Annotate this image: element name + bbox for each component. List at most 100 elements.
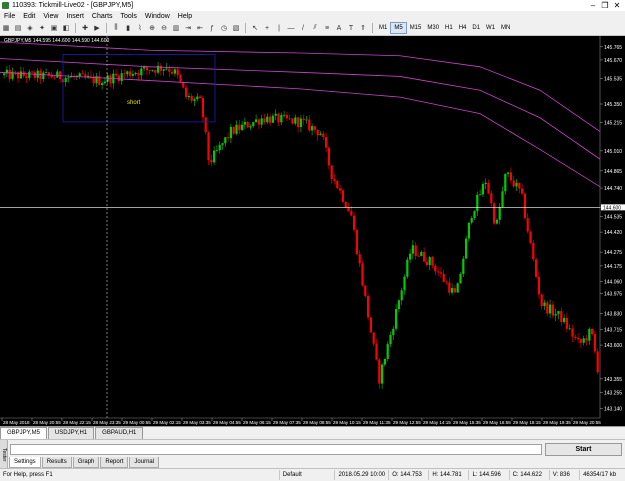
candle-body [347, 207, 350, 212]
channel-icon[interactable]: ⫽ [310, 23, 320, 33]
time-tick-label: 28 May 20:55 [33, 420, 61, 425]
menu-charts[interactable]: Charts [88, 13, 117, 20]
price-tick-label: 143.355 [604, 377, 622, 383]
label-icon[interactable]: T [346, 23, 356, 33]
menu-window[interactable]: Window [141, 13, 174, 20]
candle-body [574, 336, 577, 338]
tab-report[interactable]: Report [100, 457, 129, 468]
time-tick-label: 29 May 14:15 [423, 420, 451, 425]
chart-tab-usdjpy[interactable]: USDJPY,H1 [47, 427, 95, 439]
maximize-icon[interactable]: ❐ [599, 0, 611, 11]
new-order-icon[interactable]: ✚ [80, 23, 90, 33]
chart-canvas[interactable]: 145.765 145.670 145.535 145.350 145.215 145.0… [0, 36, 625, 426]
candle-body [507, 172, 510, 174]
minimize-icon[interactable]: – [587, 0, 599, 11]
close-icon[interactable]: ✕ [611, 0, 623, 11]
chart-tab-gbpaud[interactable]: GBPAUD,H1 [95, 427, 144, 439]
chart-tab-gbpjpy[interactable]: GBPJPY,M5 [0, 427, 47, 439]
candle-body [546, 302, 549, 314]
candle-body [378, 359, 381, 384]
candle-body [372, 332, 375, 344]
profiles-icon[interactable]: ▤ [13, 23, 23, 33]
tf-m1[interactable]: M1 [376, 23, 390, 33]
tab-results[interactable]: Results [41, 457, 72, 468]
zoom-in-icon[interactable]: ⊕ [147, 23, 157, 33]
horizontal-line-icon[interactable]: — [286, 23, 296, 33]
candle-body [551, 304, 554, 316]
candle-body [341, 190, 344, 202]
tester-icon[interactable]: ◧ [61, 23, 71, 33]
menu-file[interactable]: File [0, 13, 19, 20]
candle-body [25, 75, 28, 79]
tf-h1[interactable]: H1 [442, 23, 456, 33]
candle-body [305, 119, 308, 121]
menu-view[interactable]: View [39, 13, 62, 20]
market-watch-icon[interactable]: ◈ [25, 23, 35, 33]
candle-body [241, 124, 244, 130]
tab-settings[interactable]: Settings [9, 457, 41, 468]
start-button[interactable]: Start [545, 443, 622, 456]
candle-body [560, 311, 563, 323]
templates-icon[interactable]: ▧ [231, 23, 241, 33]
vertical-line-icon[interactable]: | [274, 23, 284, 33]
candle-body [64, 77, 67, 83]
indicators-icon[interactable]: ƒ [207, 23, 217, 33]
tf-m15[interactable]: M15 [407, 23, 425, 33]
navigator-icon[interactable]: ✦ [37, 23, 47, 33]
candle-body [473, 211, 476, 219]
candle-body [255, 119, 258, 123]
tf-m5[interactable]: M5 [390, 22, 407, 34]
trendline-icon[interactable]: / [298, 23, 308, 33]
candle-chart-icon[interactable]: ▮ [123, 23, 133, 33]
terminal-icon[interactable]: ▣ [49, 23, 59, 33]
line-chart-icon[interactable]: ⌇ [135, 23, 145, 33]
candle-body [193, 99, 196, 101]
menu-help[interactable]: Help [174, 13, 196, 20]
price-tick-label: 144.275 [604, 250, 622, 256]
fibo-icon[interactable]: ≡ [322, 23, 332, 33]
autoscroll-icon[interactable]: ⇥ [183, 23, 193, 33]
candle-body [437, 271, 440, 273]
text-icon[interactable]: A [334, 23, 344, 33]
tile-icon[interactable]: ▥ [171, 23, 181, 33]
candle-body [176, 69, 179, 75]
tf-d1[interactable]: D1 [469, 23, 483, 33]
tf-mn[interactable]: MN [498, 23, 513, 33]
candle-body [137, 72, 140, 76]
candle-body [453, 288, 456, 293]
chart-shift-icon[interactable]: ⇤ [195, 23, 205, 33]
tab-graph[interactable]: Graph [72, 457, 100, 468]
tf-m30[interactable]: M30 [424, 23, 442, 33]
candle-body [358, 254, 361, 264]
candle-body [238, 124, 241, 130]
bar-chart-icon[interactable]: ⫼ [111, 23, 121, 33]
new-chart-icon[interactable]: ▦ [1, 23, 11, 33]
arrows-icon[interactable]: ⇑ [358, 23, 368, 33]
cursor-icon[interactable]: ↖ [250, 23, 260, 33]
menu-tools[interactable]: Tools [117, 13, 141, 20]
candle-body [31, 71, 34, 73]
candle-body [19, 71, 22, 79]
tab-journal[interactable]: Journal [129, 457, 160, 468]
candle-body [579, 339, 582, 343]
auto-trading-icon[interactable]: ▶ [92, 23, 102, 33]
crosshair-icon[interactable]: + [262, 23, 272, 33]
candle-body [78, 73, 81, 77]
candle-body [190, 95, 193, 101]
candle-body [451, 288, 454, 293]
time-tick-label: 29 May 15:35 [453, 420, 481, 425]
price-chart[interactable]: 145.765 145.670 145.535 145.350 145.215 145.0… [0, 36, 625, 426]
candle-body [115, 73, 118, 76]
zoom-out-icon[interactable]: ⊖ [159, 23, 169, 33]
candle-body [299, 118, 302, 128]
candle-body [414, 245, 417, 256]
candle-body [381, 364, 384, 384]
menu-insert[interactable]: Insert [62, 13, 88, 20]
tf-w1[interactable]: W1 [483, 23, 498, 33]
candle-body [283, 114, 286, 116]
candle-body [593, 334, 596, 352]
candle-body [294, 117, 297, 124]
periods-icon[interactable]: ◷ [219, 23, 229, 33]
tf-h4[interactable]: H4 [456, 23, 470, 33]
menu-edit[interactable]: Edit [19, 13, 39, 20]
